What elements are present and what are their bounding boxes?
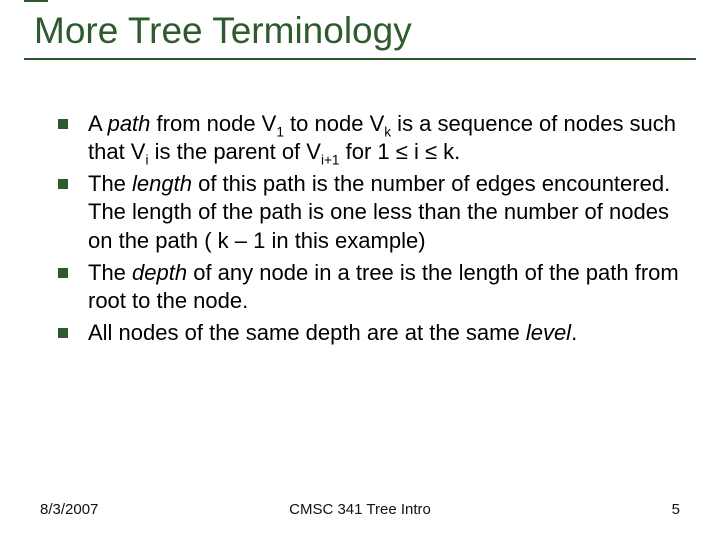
slide-footer: 8/3/2007 CMSC 341 Tree Intro 5	[0, 501, 720, 518]
slide-title: More Tree Terminology	[24, 10, 696, 52]
bullet-item: The depth of any node in a tree is the l…	[58, 259, 684, 315]
footer-page: 5	[672, 501, 680, 518]
footer-date: 8/3/2007	[40, 501, 98, 518]
slide-body: A path from node V1 to node Vk is a sequ…	[0, 60, 720, 347]
bullet-list: A path from node V1 to node Vk is a sequ…	[58, 110, 684, 347]
footer-center: CMSC 341 Tree Intro	[289, 501, 431, 518]
bullet-item: The length of this path is the number of…	[58, 170, 684, 254]
bullet-item: A path from node V1 to node Vk is a sequ…	[58, 110, 684, 166]
slide: More Tree Terminology A path from node V…	[0, 0, 720, 540]
title-rule: More Tree Terminology	[24, 0, 696, 60]
bullet-item: All nodes of the same depth are at the s…	[58, 319, 684, 347]
